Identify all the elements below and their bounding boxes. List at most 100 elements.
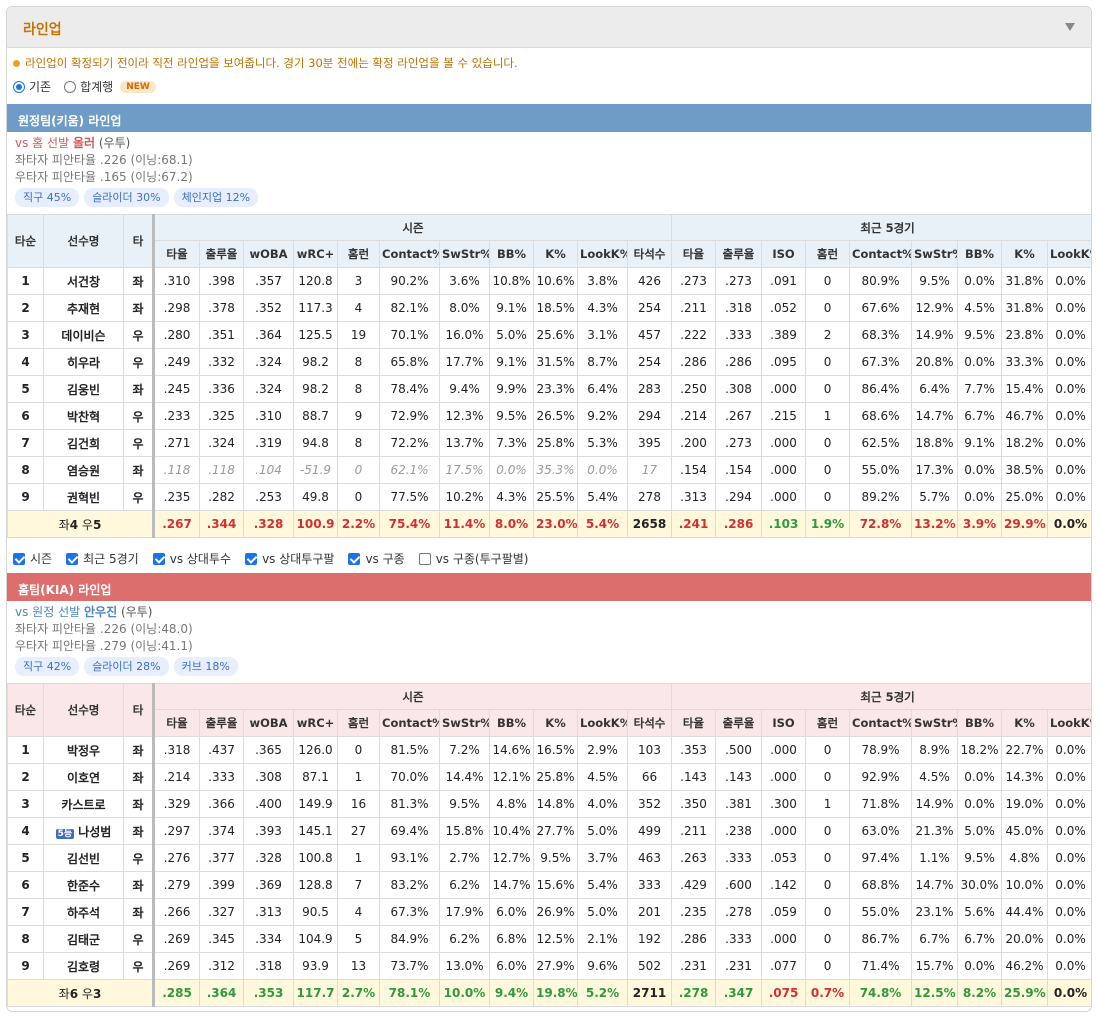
table-row[interactable]: 7 김건희 우 .271.324.319 94.8 8 72.2% 13.7% 7.3% 25.8… <box>7 429 1091 457</box>
season-stat: 8.7% <box>577 348 628 376</box>
checkbox-icon[interactable] <box>66 552 79 565</box>
checkbox-icon[interactable] <box>418 552 431 565</box>
player-name-cell[interactable]: 김웅빈 <box>43 375 124 403</box>
checkbox-icon[interactable] <box>348 552 361 565</box>
filter-checkbox-item[interactable]: vs 구종(투구팔별) <box>418 550 528 567</box>
player-name-cell[interactable]: 데이비슨 <box>43 321 124 349</box>
recent-stat: 5.6% <box>957 898 1003 926</box>
recent-stat: 0 <box>805 456 851 484</box>
table-row[interactable]: 6 박찬혁 우 .233.325.310 88.7 9 72.9% 12.3% 9.5% 26.5… <box>7 402 1091 430</box>
season-stat: 100.8 <box>293 844 338 872</box>
recent-stat: .154 <box>715 456 763 484</box>
player-name-cell[interactable]: 김선빈 <box>43 844 124 872</box>
recent-stat: 0.0% <box>1047 483 1091 511</box>
season-stat: 4.8% <box>489 790 534 818</box>
header-recent-col: SwStr% <box>911 709 959 737</box>
season-stat: .345 <box>199 925 244 953</box>
away-pitcher-name[interactable]: 올러 <box>73 136 95 150</box>
table-row[interactable]: 7 하주석 좌 .266.327.313 90.5 4 67.3% 17.9% 6.0% 26.9… <box>7 898 1091 926</box>
recent-stat: .294 <box>715 483 763 511</box>
batting-hand: 우 <box>123 844 154 872</box>
total-recent-stat: .103 <box>761 510 807 538</box>
recent-stat: 0.0% <box>957 456 1003 484</box>
checkbox-icon[interactable] <box>13 552 25 565</box>
season-stat: 3.6% <box>439 267 490 295</box>
table-row[interactable]: 8 염승원 좌 .118.118.104 -51.9 0 62.1% 17.5% 0.0% 35.… <box>7 456 1091 484</box>
player-name-cell[interactable]: 박정우 <box>43 736 124 764</box>
player-name-cell[interactable]: 한준수 <box>43 871 124 899</box>
player-name-cell[interactable]: 염승원 <box>43 456 124 484</box>
season-stat: 13.7% <box>439 429 490 457</box>
season-stat: 8.0% <box>439 294 490 322</box>
rank-badge: 5등 <box>55 828 75 839</box>
notice-text: 라인업이 확정되기 전이라 직전 라인업을 보여줍니다. 경기 30분 전에는 … <box>25 56 518 70</box>
panel-header[interactable]: 라인업 <box>7 7 1091 48</box>
season-stat: 13.0% <box>439 952 490 980</box>
filter-checkbox-item[interactable]: 최근 5경기 <box>66 550 139 567</box>
season-stat: 90.5 <box>293 898 338 926</box>
checkbox-icon[interactable] <box>245 552 258 565</box>
season-stat: 7.3% <box>489 429 534 457</box>
season-stat: 4 <box>337 294 380 322</box>
player-name: 김태군 <box>66 932 101 947</box>
table-row[interactable]: 5 김웅빈 좌 .245.336.324 98.2 8 78.4% 9.4% 9.9% 23.3%… <box>7 375 1091 403</box>
filter-checkbox-item[interactable]: vs 구종 <box>348 550 405 567</box>
radio-sum-row[interactable]: 합계행 <box>64 78 113 95</box>
table-row[interactable]: 1 서건창 좌 .310.398.357 120.8 3 90.2% 3.6% 10.8% 10.… <box>7 267 1091 295</box>
season-stat: 66 <box>626 763 673 791</box>
season-stat: .313 <box>243 898 294 926</box>
recent-stat: 0.0% <box>1047 402 1091 430</box>
player-name-cell[interactable]: 김건희 <box>43 429 124 457</box>
radio-sum-row-label: 합계행 <box>80 80 114 94</box>
player-name-cell[interactable]: 추재현 <box>43 294 124 322</box>
radio-default[interactable]: 기존 <box>13 78 51 95</box>
season-stat: .280 <box>152 321 200 349</box>
filter-checkbox-item[interactable]: vs 상대투수 <box>152 550 231 567</box>
radio-default-button[interactable] <box>13 80 25 93</box>
player-name: 이호연 <box>66 770 101 785</box>
season-stat: 2.1% <box>577 925 628 953</box>
table-row[interactable]: 3 카스트로 좌 .329.366.400 149.9 16 81.3% 9.5% 4.8% 14… <box>7 790 1091 818</box>
player-name-cell[interactable]: 이호연 <box>43 763 124 791</box>
table-row[interactable]: 3 데이비슨 우 .280.351.364 125.5 19 70.1% 16.0% 5.0% 2… <box>7 321 1091 349</box>
table-row[interactable]: 5 김선빈 우 .276.377.328 100.8 1 93.1% 2.7% 12.7% 9.5… <box>7 844 1091 872</box>
player-name-cell[interactable]: 5등 나성범 <box>43 817 124 845</box>
pitch-tag: 체인지업 12% <box>173 188 259 207</box>
radio-sum-row-button[interactable] <box>64 80 77 93</box>
table-row[interactable]: 9 권혁빈 우 .235.282.253 49.8 0 77.5% 10.2% 4.3% 25.5… <box>7 483 1091 511</box>
player-name-cell[interactable]: 김태군 <box>43 925 124 953</box>
player-name-cell[interactable]: 카스트로 <box>43 790 124 818</box>
player-name-cell[interactable]: 권혁빈 <box>43 483 124 511</box>
player-name-cell[interactable]: 김호령 <box>43 952 124 980</box>
checkbox-icon[interactable] <box>152 552 165 565</box>
filter-checkbox-item[interactable]: 시즌 <box>13 550 52 567</box>
table-row[interactable]: 2 이호연 좌 .214.333.308 87.1 1 70.0% 14.4% 12.1% 25.… <box>7 763 1091 791</box>
season-stat: 16 <box>337 790 380 818</box>
table-row[interactable]: 2 추재현 좌 .298.378.352 117.3 4 82.1% 8.0% 9.1% 18.5… <box>7 294 1091 322</box>
player-name-cell[interactable]: 하주석 <box>43 898 124 926</box>
home-pitcher-name[interactable]: 안우진 <box>84 605 117 619</box>
batting-hand: 우 <box>123 483 154 511</box>
player-name-cell[interactable]: 서건창 <box>43 267 124 295</box>
player-name: 하주석 <box>66 905 101 920</box>
total-season-stat: 9.4% <box>489 979 534 1007</box>
recent-stat: 0 <box>805 898 851 926</box>
player-name-cell[interactable]: 박찬혁 <box>43 402 124 430</box>
table-row[interactable]: 9 김호령 우 .269.312.318 93.9 13 73.7% 13.0% 6.0% 27.… <box>7 952 1091 980</box>
recent-stat: 0.0% <box>1047 456 1091 484</box>
total-recent-stat: 3.9% <box>957 510 1003 538</box>
table-row[interactable]: 6 한준수 좌 .279.399.369 128.8 7 83.2% 6.2% 14.7% 15.… <box>7 871 1091 899</box>
filter-checkbox-item[interactable]: vs 상대투구팔 <box>245 550 334 567</box>
season-stat: .332 <box>199 348 244 376</box>
table-row[interactable]: 4 5등 나성범 좌 .297.374.393 145.1 27 69.4% 15.8% 10.4… <box>7 817 1091 845</box>
table-row[interactable]: 4 히우라 우 .249.332.324 98.2 8 65.8% 17.7% 9.1% 31.5… <box>7 348 1091 376</box>
season-stat: 27.7% <box>533 817 578 845</box>
recent-stat: .222 <box>671 321 717 349</box>
table-row[interactable]: 1 박정우 좌 .318.437.365 126.0 0 81.5% 7.2% 14.6% 16.… <box>7 736 1091 764</box>
player-name-cell[interactable]: 히우라 <box>43 348 124 376</box>
table-row[interactable]: 8 김태군 우 .269.345.334 104.9 5 84.9% 6.2% 6.8% 12.5… <box>7 925 1091 953</box>
batting-order: 9 <box>7 483 44 511</box>
collapse-triangle-icon[interactable] <box>1065 23 1075 31</box>
recent-stat: 31.8% <box>1001 294 1049 322</box>
recent-stat: .333 <box>715 321 763 349</box>
